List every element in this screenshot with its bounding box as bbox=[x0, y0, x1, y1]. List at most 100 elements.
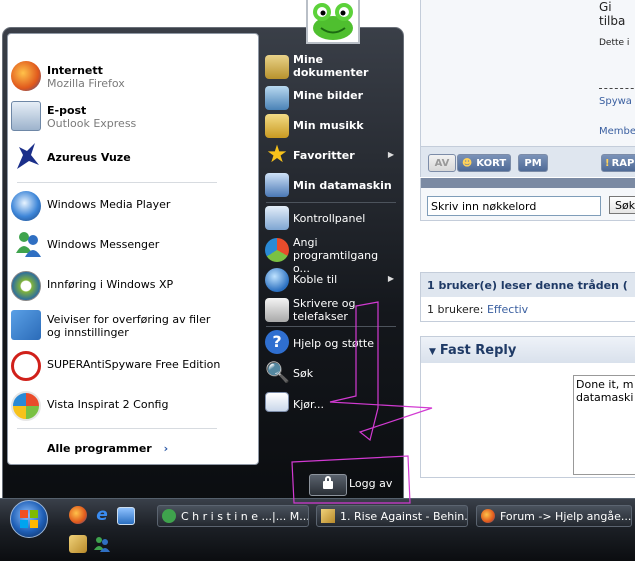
right-my-pictures[interactable]: Mine bilder bbox=[262, 86, 400, 112]
right-label: Kjør... bbox=[293, 398, 325, 411]
pinned-azureus[interactable]: Azureus Vuze bbox=[7, 139, 247, 175]
forum-search-input[interactable] bbox=[427, 196, 601, 216]
task-label: Forum -> Hjelp angåe... bbox=[500, 509, 632, 523]
collapse-icon[interactable]: ▼ bbox=[429, 347, 436, 357]
azureus-frog-icon bbox=[17, 143, 39, 169]
reader-user-link[interactable]: Effectiv bbox=[487, 303, 528, 316]
recent-title: Windows Messenger bbox=[47, 238, 160, 251]
profile-card-button[interactable]: ☻ KORT bbox=[457, 154, 511, 172]
post-actions-bar: AV ☻ KORT PM ! RAP bbox=[420, 146, 635, 177]
recent-messenger[interactable]: Windows Messenger bbox=[7, 227, 247, 263]
documents-folder-icon bbox=[265, 55, 289, 79]
right-control-panel[interactable]: Kontrollpanel bbox=[262, 206, 400, 232]
right-search[interactable]: 🔍 Søk bbox=[262, 360, 400, 386]
right-label: Mine dokumenter bbox=[293, 53, 369, 79]
quicklaunch-firefox-icon[interactable] bbox=[69, 506, 87, 524]
quicklaunch-ie-icon[interactable]: e bbox=[93, 506, 111, 524]
right-label: Min datamaskin bbox=[293, 179, 392, 192]
submenu-arrow-icon: ▶ bbox=[387, 274, 394, 283]
pm-button[interactable]: PM bbox=[518, 154, 548, 172]
messenger-icon bbox=[16, 232, 41, 257]
right-favorites[interactable]: ★ Favoritter ▶ bbox=[262, 142, 400, 168]
user-picture[interactable] bbox=[306, 0, 360, 44]
recent-superantispyware[interactable]: SUPERAntiSpyware Free Edition bbox=[7, 347, 247, 383]
pinned-title: Internett bbox=[47, 64, 103, 77]
quicklaunch-desktop-icon[interactable] bbox=[117, 507, 135, 525]
transfer-wizard-icon bbox=[11, 310, 41, 340]
all-programs-button[interactable]: Alle programmer › bbox=[47, 442, 168, 455]
recent-wmp[interactable]: Windows Media Player bbox=[7, 187, 247, 223]
task-button-rise-against[interactable]: 1. Rise Against - Behin... bbox=[316, 505, 468, 527]
program-access-icon bbox=[265, 238, 289, 262]
recent-title: Windows Media Player bbox=[47, 198, 171, 211]
separator bbox=[266, 202, 396, 203]
right-run[interactable]: Kjør... bbox=[262, 392, 400, 416]
lock-icon bbox=[323, 481, 333, 489]
computer-icon bbox=[265, 173, 289, 197]
control-panel-icon bbox=[265, 206, 289, 230]
recent-title: Vista Inspirat 2 Config bbox=[47, 398, 169, 411]
task-label: C h r i s t i n e ...|... M... bbox=[181, 509, 309, 523]
recent-tour[interactable]: Innføring i Windows XP bbox=[7, 267, 247, 303]
right-connect-to[interactable]: Koble til ▶ bbox=[262, 268, 400, 292]
quicklaunch-winamp-icon[interactable] bbox=[69, 535, 87, 553]
right-my-computer[interactable]: Min datamaskin bbox=[262, 172, 400, 198]
right-my-music[interactable]: Min musikk bbox=[262, 114, 400, 140]
outlook-express-icon bbox=[11, 101, 41, 131]
reply-line-2: datamaski bbox=[576, 391, 634, 404]
all-programs-label: Alle programmer bbox=[47, 442, 152, 455]
right-help[interactable]: ? Hjelp og støtte bbox=[262, 330, 400, 356]
windows-tour-icon bbox=[11, 271, 41, 301]
divider bbox=[599, 88, 635, 89]
right-label: Mine bilder bbox=[293, 89, 364, 102]
reply-textarea[interactable]: Done it, m datamaski bbox=[573, 375, 635, 475]
readers-prefix: 1 brukere: bbox=[427, 303, 487, 316]
globe-icon bbox=[265, 268, 289, 292]
start-orb-button[interactable] bbox=[10, 500, 48, 538]
av-button[interactable]: AV bbox=[428, 154, 456, 172]
pinned-internet[interactable]: Internett Mozilla Firefox bbox=[7, 57, 247, 93]
right-label: Koble til bbox=[293, 273, 338, 286]
logoff-button[interactable] bbox=[309, 474, 347, 496]
reply-line-1: Done it, m bbox=[576, 378, 634, 391]
firefox-task-icon bbox=[481, 509, 495, 523]
forum-panel: Gi tilba Dette i Spywa Membe AV ☻ KORT PM… bbox=[420, 0, 635, 505]
search-row: Søk bbox=[420, 188, 635, 221]
post-link-member[interactable]: Membe bbox=[599, 126, 635, 137]
post-body: Gi tilba Dette i Spywa Membe bbox=[420, 0, 635, 146]
frog-avatar-icon bbox=[313, 3, 353, 40]
readers-title: 1 bruker(e) leser denne tråden ( bbox=[421, 273, 635, 297]
right-label: Favoritter bbox=[293, 149, 355, 162]
rap-label: RAP bbox=[611, 157, 635, 169]
right-printers[interactable]: Skrivere og telefakser bbox=[262, 296, 400, 324]
recent-transfer-wizard[interactable]: Veiviser for overføring av filer og inns… bbox=[7, 306, 247, 346]
right-my-documents[interactable]: Mine dokumenter bbox=[262, 53, 400, 81]
readers-box: 1 bruker(e) leser denne tråden ( 1 bruke… bbox=[420, 272, 635, 322]
forum-search-button[interactable]: Søk bbox=[609, 196, 635, 214]
right-label: Skrivere og telefakser bbox=[293, 297, 356, 323]
separator bbox=[17, 182, 217, 183]
task-button-forum[interactable]: Forum -> Hjelp angåe... bbox=[476, 505, 632, 527]
quicklaunch-messenger-icon[interactable] bbox=[93, 535, 111, 553]
recent-vista-inspirat[interactable]: Vista Inspirat 2 Config bbox=[7, 387, 247, 423]
right-program-access[interactable]: Angi programtilgang o... bbox=[262, 236, 400, 275]
post-link-spyware[interactable]: Spywa bbox=[599, 96, 632, 107]
right-label: Kontrollpanel bbox=[293, 212, 366, 225]
pictures-folder-icon bbox=[265, 86, 289, 110]
task-button-christine[interactable]: C h r i s t i n e ...|... M... bbox=[157, 505, 309, 527]
user-icon: ☻ bbox=[461, 157, 473, 169]
vista-inspirat-icon bbox=[11, 391, 41, 421]
help-icon: ? bbox=[265, 330, 289, 354]
readers-line: 1 brukere: Effectiv bbox=[427, 303, 528, 316]
pinned-email[interactable]: E-post Outlook Express bbox=[7, 97, 247, 133]
printer-icon bbox=[265, 298, 289, 322]
superantispyware-icon bbox=[11, 351, 41, 381]
post-text-top: Gi tilba bbox=[599, 0, 626, 28]
fast-reply-box: ▼ Fast Reply Done it, m datamaski bbox=[420, 336, 635, 478]
run-icon bbox=[265, 392, 289, 412]
recent-title: Veiviser for overføring av filer og inns… bbox=[47, 313, 211, 339]
logoff-label[interactable]: Logg av bbox=[349, 477, 392, 490]
submenu-arrow-icon: ▶ bbox=[387, 150, 394, 159]
pinned-subtitle: Mozilla Firefox bbox=[47, 77, 125, 90]
report-button[interactable]: ! RAP bbox=[601, 154, 635, 172]
